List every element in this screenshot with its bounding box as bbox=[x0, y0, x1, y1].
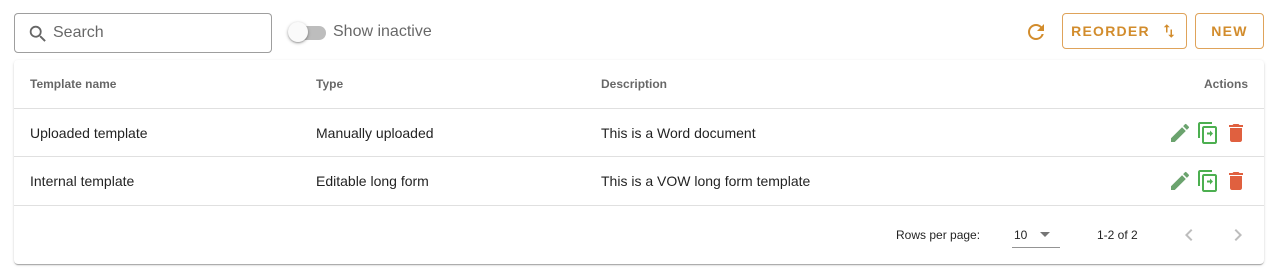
search-icon bbox=[29, 25, 46, 42]
toggle-thumb[interactable] bbox=[288, 22, 308, 42]
search-input[interactable] bbox=[53, 14, 263, 52]
template-name-cell: Internal template bbox=[30, 173, 135, 189]
rows-per-page-select[interactable]: 10 bbox=[1012, 220, 1060, 248]
template-name-cell: Uploaded template bbox=[30, 124, 148, 141]
new-button[interactable]: NEW bbox=[1195, 13, 1264, 49]
templates-table: Template name Type Description Actions U… bbox=[14, 60, 1264, 264]
trash-icon[interactable] bbox=[1224, 121, 1248, 145]
table-row: Uploaded template Manually uploaded This… bbox=[14, 109, 1264, 157]
refresh-icon[interactable] bbox=[1024, 20, 1048, 44]
column-header-type: Type bbox=[316, 77, 344, 91]
swap-vertical-icon bbox=[1163, 24, 1175, 38]
row-actions bbox=[1168, 121, 1248, 145]
rows-per-page-value: 10 bbox=[1014, 228, 1028, 242]
toolbar: Show inactive REORDER NEW bbox=[0, 0, 1276, 60]
copy-icon[interactable] bbox=[1196, 121, 1220, 145]
chevron-right-icon[interactable] bbox=[1226, 223, 1250, 247]
type-cell: Manually uploaded bbox=[316, 124, 434, 141]
pencil-icon[interactable] bbox=[1168, 169, 1192, 193]
column-header-template-name: Template name bbox=[30, 77, 117, 91]
rows-per-page-label: Rows per page: bbox=[896, 228, 981, 242]
type-cell: Editable long form bbox=[316, 173, 429, 189]
pagination: Rows per page: 10 1-2 of 2 bbox=[14, 206, 1264, 264]
search-field[interactable] bbox=[14, 13, 272, 53]
new-button-label: NEW bbox=[1211, 23, 1248, 39]
trash-icon[interactable] bbox=[1224, 169, 1248, 193]
description-cell: This is a Word document bbox=[601, 124, 756, 141]
column-header-description: Description bbox=[601, 77, 668, 91]
show-inactive-toggle[interactable] bbox=[286, 21, 328, 43]
row-actions bbox=[1168, 169, 1248, 193]
dropdown-arrow-icon bbox=[1040, 232, 1050, 237]
show-inactive-label: Show inactive bbox=[333, 23, 432, 40]
reorder-button[interactable]: REORDER bbox=[1062, 13, 1187, 49]
reorder-button-label: REORDER bbox=[1071, 23, 1150, 39]
table-row: Internal template Editable long form Thi… bbox=[14, 157, 1264, 206]
chevron-left-icon[interactable] bbox=[1177, 223, 1201, 247]
column-header-actions: Actions bbox=[1203, 77, 1248, 91]
pencil-icon[interactable] bbox=[1168, 121, 1192, 145]
pagination-range: 1-2 of 2 bbox=[1097, 228, 1138, 242]
table-header-row: Template name Type Description Actions bbox=[14, 60, 1264, 109]
copy-icon[interactable] bbox=[1196, 169, 1220, 193]
description-cell: This is a VOW long form template bbox=[601, 173, 811, 189]
